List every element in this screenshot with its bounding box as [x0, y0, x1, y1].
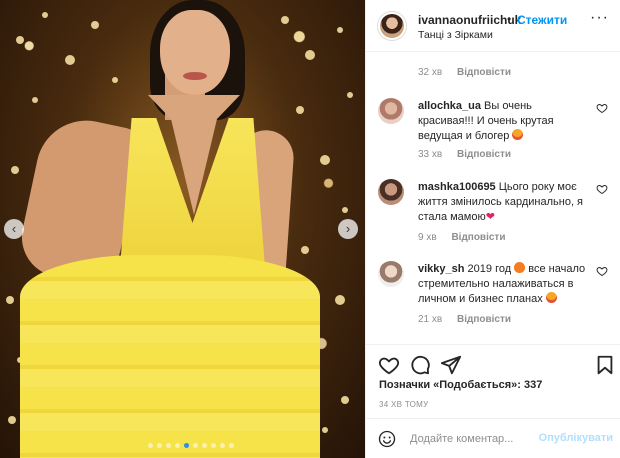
- reply-button[interactable]: Відповісти: [451, 232, 505, 243]
- publish-button[interactable]: Опублікувати: [539, 432, 613, 444]
- comments-list: 32 хв Відповісти allochka_ua Вы очень кр…: [366, 52, 620, 344]
- post-photo: ‹ ›: [0, 0, 365, 458]
- post-location[interactable]: Танці з Зірками: [418, 29, 493, 41]
- carousel-dot: [184, 443, 189, 448]
- lips: [183, 72, 207, 80]
- avatar[interactable]: [378, 12, 406, 40]
- carousel-dot: [229, 443, 234, 448]
- bookmark-icon[interactable]: [594, 354, 616, 376]
- carousel-indicator: [148, 443, 234, 448]
- avatar[interactable]: [378, 98, 404, 124]
- comment-item: mashka100695 Цього року моє життя змінил…: [378, 177, 608, 247]
- chevron-left-icon: ‹: [11, 221, 17, 236]
- likes-count[interactable]: Позначки «Подобається»: 337: [379, 379, 542, 391]
- comment-item: allochka_ua Вы очень красивая!!! И очень…: [378, 96, 608, 166]
- comment-time: 21 хв: [418, 314, 443, 325]
- heart-eyes-emoji-icon: [512, 129, 524, 140]
- carousel-dot: [148, 443, 153, 448]
- comment-text: vikky_sh 2019 год все начало стремительн…: [418, 262, 586, 307]
- comment-meta: 21 хв Відповісти: [418, 314, 511, 325]
- carousel-dot: [211, 443, 216, 448]
- comment-time: 32 хв: [418, 67, 443, 78]
- reply-button[interactable]: Відповісти: [457, 67, 511, 78]
- carousel-dot: [175, 443, 180, 448]
- next-slide-button[interactable]: ›: [338, 219, 358, 239]
- like-comment-heart-icon[interactable]: [596, 265, 608, 277]
- like-comment-heart-icon[interactable]: [596, 183, 608, 195]
- chevron-right-icon: ›: [345, 221, 351, 236]
- carousel-dot: [157, 443, 162, 448]
- add-comment-bar: Опублікувати: [366, 418, 620, 458]
- comment-text: allochka_ua Вы очень красивая!!! И очень…: [418, 99, 586, 144]
- share-paper-plane-icon[interactable]: [440, 354, 462, 376]
- comment-input[interactable]: [410, 431, 540, 447]
- fire-emoji-icon: [514, 262, 526, 273]
- more-options-icon[interactable]: ···: [590, 9, 609, 27]
- avatar[interactable]: [378, 261, 404, 287]
- like-comment-heart-icon[interactable]: [596, 102, 608, 114]
- reply-button[interactable]: Відповісти: [457, 149, 511, 160]
- avatar[interactable]: [378, 179, 404, 205]
- comment-meta: 32 хв Відповісти: [418, 67, 511, 78]
- previous-slide-button[interactable]: ‹: [4, 219, 24, 239]
- comment-username[interactable]: mashka100695: [418, 181, 496, 193]
- comment-meta: 9 хв Відповісти: [418, 232, 505, 243]
- face: [160, 10, 230, 95]
- emoji-smile-icon[interactable]: [378, 430, 396, 448]
- author-username[interactable]: ivannaonufriichuk: [418, 13, 521, 27]
- comment-username[interactable]: allochka_ua: [418, 100, 481, 112]
- reply-button[interactable]: Відповісти: [457, 314, 511, 325]
- heart-eyes-emoji-icon: [545, 292, 557, 303]
- comment-item: vikky_sh 2019 год все начало стремительн…: [378, 259, 608, 339]
- comment-body-start: 2019 год: [467, 263, 512, 275]
- comment-time: 33 хв: [418, 149, 443, 160]
- red-heart-emoji-icon: ❤: [485, 211, 495, 223]
- comment-meta: 33 хв Відповісти: [418, 149, 511, 160]
- carousel-dot: [166, 443, 171, 448]
- carousel-dot: [193, 443, 198, 448]
- post-actions: [366, 344, 620, 400]
- post-header: ivannaonufriichuk • Стежити Танці з Зірк…: [366, 0, 620, 52]
- comment-text: mashka100695 Цього року моє життя змінил…: [418, 180, 586, 225]
- comment-username[interactable]: vikky_sh: [418, 263, 464, 275]
- post-timestamp: 34 ХВ ТОМУ: [379, 400, 429, 409]
- carousel-dot: [202, 443, 207, 448]
- like-heart-icon[interactable]: [378, 354, 400, 376]
- dress-skirt: [20, 255, 320, 458]
- comment-bubble-icon[interactable]: [409, 354, 431, 376]
- carousel-dot: [220, 443, 225, 448]
- follow-button[interactable]: Стежити: [517, 13, 567, 27]
- header-separator: •: [507, 12, 512, 26]
- comment-time: 9 хв: [418, 232, 437, 243]
- post-sidebar: ivannaonufriichuk • Стежити Танці з Зірк…: [365, 0, 620, 458]
